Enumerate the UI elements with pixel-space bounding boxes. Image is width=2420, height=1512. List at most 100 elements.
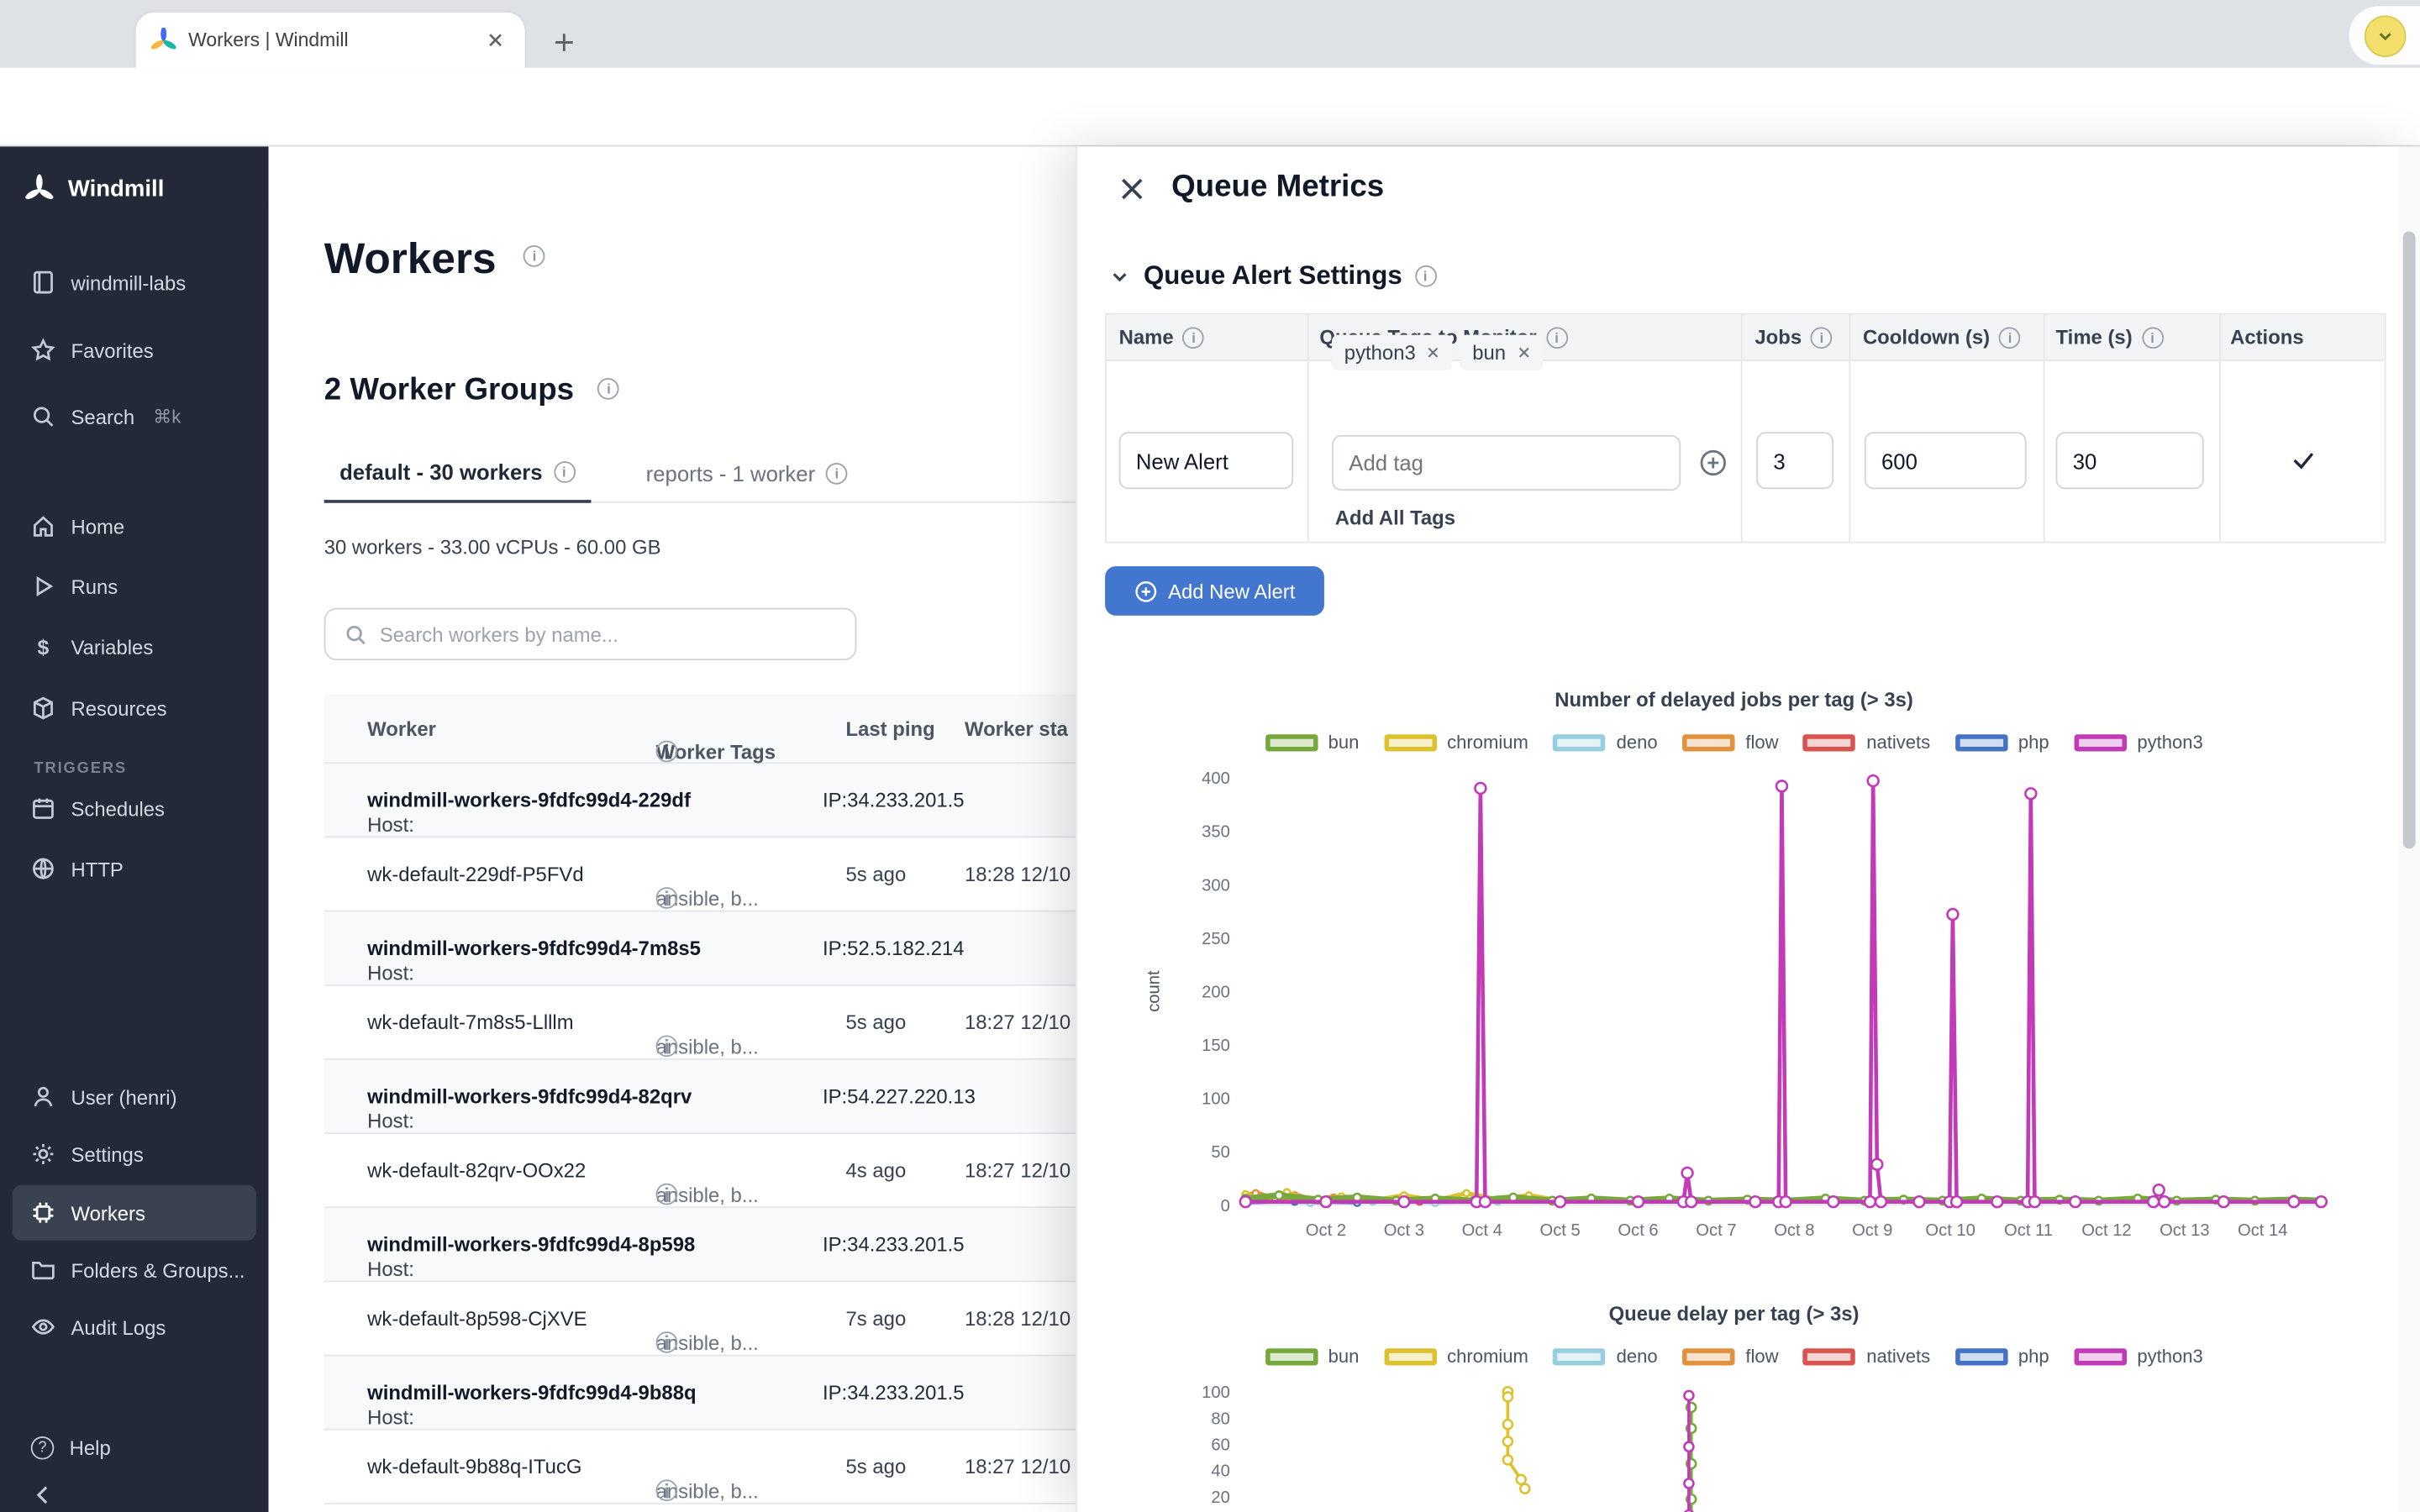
legend-item-python3[interactable]: python3	[2074, 732, 2203, 753]
browser-update-pill[interactable]	[2349, 6, 2420, 65]
info-icon[interactable]	[553, 461, 575, 483]
table-row-worker[interactable]: wk-default-229df-P5FVd ansible, b... 5s …	[324, 837, 1158, 911]
legend-label: bun	[1328, 1346, 1360, 1368]
table-row-worker[interactable]: wk-default-8p598-CjXVE ansible, b... 7s …	[324, 1282, 1158, 1356]
remove-tag-icon[interactable]	[1517, 345, 1531, 360]
alert-settings-table: Name Queue Tags to Monitor Jobs Cooldown…	[1105, 313, 2386, 543]
table-row-host[interactable]: Host: windmill-workers-9fdfc99d4-9b88q I…	[324, 1356, 1158, 1430]
close-drawer-button[interactable]	[1110, 166, 1153, 209]
browser-tab[interactable]: Workers | Windmill	[136, 13, 525, 68]
sidebar-item-user[interactable]: User (henri)	[0, 1069, 269, 1125]
worker-search[interactable]	[324, 608, 857, 660]
collapse-sidebar-button[interactable]	[0, 1467, 269, 1512]
legend-item-flow[interactable]: flow	[1682, 1346, 1779, 1368]
info-icon[interactable]	[2142, 326, 2164, 348]
chip-icon	[31, 1200, 55, 1225]
legend-item-deno[interactable]: deno	[1553, 732, 1657, 753]
time-input[interactable]	[2056, 432, 2204, 489]
legend-swatch	[1265, 1347, 1317, 1364]
sidebar-item-resources[interactable]: Resources	[0, 680, 269, 736]
tag-chip-bun[interactable]: bun	[1460, 335, 1544, 370]
table-row-worker[interactable]: wk-default-82qrv-OOx22 ansible, b... 4s …	[324, 1134, 1158, 1208]
sidebar-item-variables[interactable]: Variables	[0, 619, 269, 675]
legend-item-nativets[interactable]: nativets	[1803, 732, 1930, 753]
section-title: Queue Alert Settings	[1144, 260, 1402, 291]
chevron-down-icon[interactable]	[2364, 14, 2406, 56]
table-row-worker[interactable]: wk-default-9b88q-ITucG ansible, b... 5s …	[324, 1431, 1158, 1504]
info-icon[interactable]	[656, 1331, 678, 1353]
queue-alert-settings-toggle[interactable]: Queue Alert Settings	[1108, 260, 1436, 291]
info-icon[interactable]	[1999, 326, 2021, 348]
info-icon[interactable]	[523, 245, 545, 267]
table-row-host[interactable]: Host: windmill-workers-9fdfc99d4-8p598 I…	[324, 1208, 1158, 1282]
legend-swatch	[2074, 733, 2126, 750]
legend-label: php	[2018, 1346, 2049, 1368]
jobs-input[interactable]	[1756, 432, 1833, 489]
svg-text:150: 150	[1202, 1037, 1230, 1055]
tab-default-group[interactable]: default - 30 workers	[324, 457, 591, 503]
table-row-worker[interactable]: wk-default-7m8s5-Llllm ansible, b... 5s …	[324, 986, 1158, 1060]
info-icon[interactable]	[598, 378, 620, 400]
tag-chip-python3[interactable]: python3	[1332, 335, 1453, 370]
legend-item-nativets[interactable]: nativets	[1803, 1346, 1930, 1368]
legend-item-php[interactable]: php	[1955, 1346, 2049, 1368]
sidebar-item-http[interactable]: HTTP	[0, 841, 269, 896]
info-icon[interactable]	[1183, 326, 1205, 348]
info-icon[interactable]	[656, 887, 678, 909]
group-summary: 30 workers - 33.00 vCPUs - 60.00 GB	[324, 535, 661, 559]
sidebar-item-folders-groups[interactable]: Folders & Groups...	[0, 1242, 269, 1298]
workspace-switcher[interactable]: windmill-labs	[0, 255, 269, 310]
sidebar-item-runs[interactable]: Runs	[0, 559, 269, 614]
info-icon[interactable]	[656, 1035, 678, 1057]
add-tag-input[interactable]	[1332, 435, 1681, 491]
legend-item-chromium[interactable]: chromium	[1384, 1346, 1528, 1368]
add-new-alert-button[interactable]: Add New Alert	[1105, 566, 1324, 616]
legend-label: php	[2018, 732, 2049, 753]
legend-item-bun[interactable]: bun	[1265, 732, 1359, 753]
column-divider	[1849, 315, 1850, 542]
legend-item-flow[interactable]: flow	[1682, 732, 1779, 753]
alert-name-input[interactable]	[1119, 432, 1294, 489]
brand[interactable]: Windmill	[0, 166, 269, 209]
svg-text:100: 100	[1202, 1090, 1230, 1109]
confirm-alert-check-icon[interactable]	[2291, 448, 2317, 481]
tab-reports-group[interactable]: reports - 1 worker	[630, 457, 863, 501]
legend-item-python3[interactable]: python3	[2074, 1346, 2203, 1368]
info-icon[interactable]	[656, 741, 678, 763]
new-tab-button[interactable]	[544, 22, 584, 62]
cooldown-input[interactable]	[1865, 432, 2027, 489]
info-icon[interactable]	[656, 1479, 678, 1501]
add-tag-plus-icon[interactable]	[1699, 449, 1727, 484]
sidebar-item-schedules[interactable]: Schedules	[0, 780, 269, 836]
legend-item-bun[interactable]: bun	[1265, 1346, 1359, 1368]
legend-label: chromium	[1447, 732, 1528, 753]
sidebar-item-audit-logs[interactable]: Audit Logs	[0, 1299, 269, 1355]
legend-item-deno[interactable]: deno	[1553, 1346, 1657, 1368]
sidebar-item-home[interactable]: Home	[0, 498, 269, 554]
queue-metrics-drawer: Queue Metrics Queue Alert Settings Name …	[1076, 146, 2420, 1512]
legend-item-php[interactable]: php	[1955, 732, 2049, 753]
column-divider	[1741, 315, 1743, 542]
tab-close-icon[interactable]	[481, 26, 509, 54]
sidebar-item-workers[interactable]: Workers	[13, 1185, 256, 1241]
search-input[interactable]	[380, 622, 837, 646]
table-row-host[interactable]: Host: windmill-workers-9fdfc99d4-7m8s5 I…	[324, 912, 1158, 986]
info-icon[interactable]	[826, 462, 848, 484]
info-icon[interactable]	[656, 1184, 678, 1205]
add-all-tags-button[interactable]: Add All Tags	[1335, 506, 1455, 529]
table-row-host[interactable]: Host: windmill-workers-9fdfc99d4-229df I…	[324, 764, 1158, 837]
legend-item-chromium[interactable]: chromium	[1384, 732, 1528, 753]
svg-text:Oct 7: Oct 7	[1696, 1221, 1736, 1240]
info-icon[interactable]	[1546, 326, 1568, 348]
scrollbar-thumb[interactable]	[2403, 232, 2416, 849]
tab-strip: Workers | Windmill	[0, 0, 2420, 68]
svg-text:350: 350	[1202, 823, 1230, 842]
sidebar-item-favorites[interactable]: Favorites	[0, 323, 269, 378]
info-icon[interactable]	[1811, 326, 1833, 348]
legend-label: python3	[2137, 732, 2202, 753]
info-icon[interactable]	[1414, 265, 1436, 287]
table-row-host[interactable]: Host: windmill-workers-9fdfc99d4-82qrv I…	[324, 1060, 1158, 1134]
sidebar-item-search[interactable]: Search ⌘k	[0, 389, 269, 444]
remove-tag-icon[interactable]	[1427, 345, 1441, 360]
sidebar-item-settings[interactable]: Settings	[0, 1126, 269, 1182]
